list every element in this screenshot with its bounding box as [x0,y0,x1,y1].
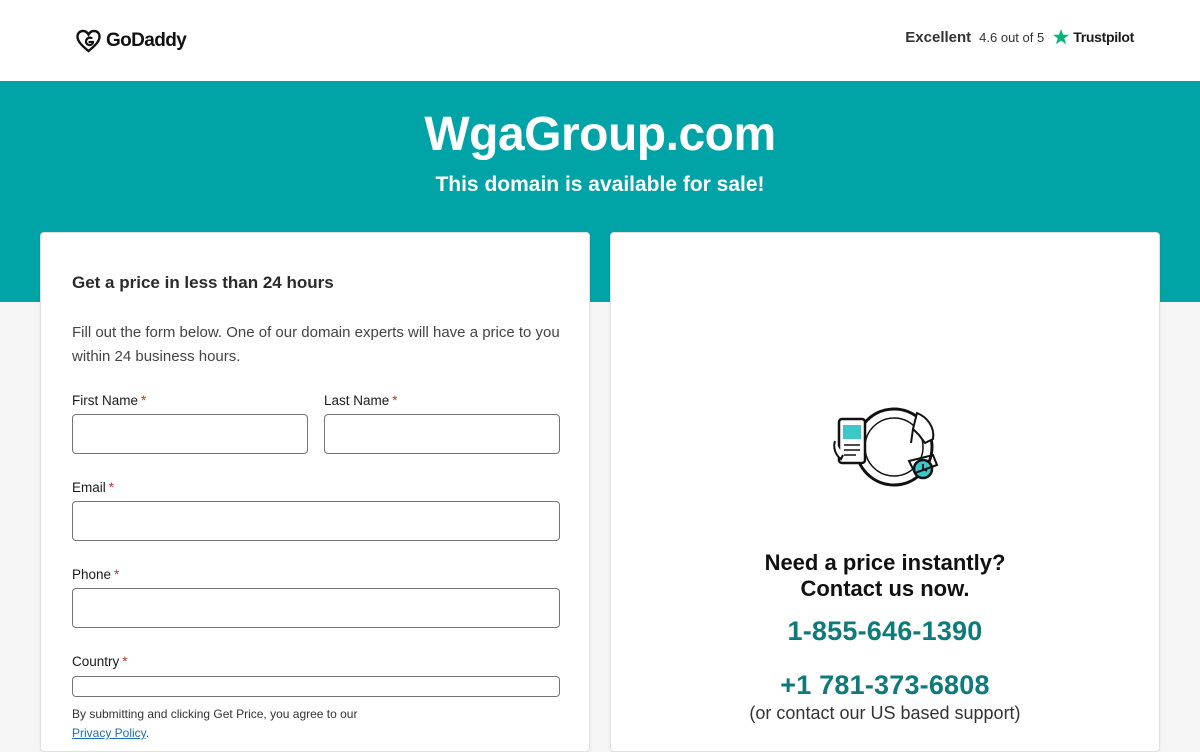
trustpilot-brand: Trustpilot [1052,28,1134,46]
terms-text: By submitting and clicking Get Price, yo… [72,707,358,721]
price-request-form-card: Get a price in less than 24 hours Fill o… [40,232,590,752]
form-title: Get a price in less than 24 hours [72,273,334,292]
logo-text: GoDaddy [106,30,187,51]
email-label: Email * [72,480,115,495]
godaddy-heart-icon [76,29,101,53]
contact-heading-line1: Need a price instantly? [764,550,1006,575]
rating-score: 4.6 out of 5 [979,29,1045,45]
contact-card: Need a price instantly? Contact us now. … [610,232,1160,752]
phone-label: Phone * [72,567,120,582]
contact-heading: Need a price instantly? Contact us now. [611,550,1159,602]
trustpilot-star-icon [1053,29,1070,45]
last-name-label: Last Name * [324,393,398,408]
country-label: Country * [72,654,128,669]
required-marker: * [108,480,115,495]
country-select[interactable] [72,676,560,697]
rating-label: Excellent [905,28,972,46]
secondary-phone-link[interactable]: +1 781-373-6808 [611,670,1159,701]
first-name-label: First Name * [72,393,147,408]
domain-title: WgaGroup.com [424,108,776,161]
terms-end: . [145,726,150,740]
last-name-input[interactable] [324,414,560,454]
phone-input[interactable] [72,588,560,628]
top-bar: GoDaddy Excellent 4.6 out of 5 Trustpilo… [0,0,1200,81]
trustpilot-label: Trustpilot [1073,29,1134,45]
primary-phone-link[interactable]: 1-855-646-1390 [611,616,1159,647]
trustpilot-rating[interactable]: Excellent 4.6 out of 5 Trustpilot [905,28,1134,46]
required-marker: * [114,567,120,582]
email-input[interactable] [72,501,560,541]
phone-clock-hand-illustration [833,407,939,487]
terms-notice: By submitting and clicking Get Price, yo… [72,705,562,743]
hero-subtitle: This domain is available for sale! [435,173,765,196]
godaddy-logo[interactable]: GoDaddy [75,27,187,55]
required-marker: * [392,393,398,408]
required-marker: * [141,393,147,408]
privacy-policy-link[interactable]: Privacy Policy [72,726,146,740]
form-description: Fill out the form below. One of our doma… [72,324,560,365]
contact-heading-line2: Contact us now. [800,576,970,601]
required-marker: * [122,654,128,669]
first-name-input[interactable] [72,414,308,454]
support-note: (or contact our US based support) [749,703,1021,723]
